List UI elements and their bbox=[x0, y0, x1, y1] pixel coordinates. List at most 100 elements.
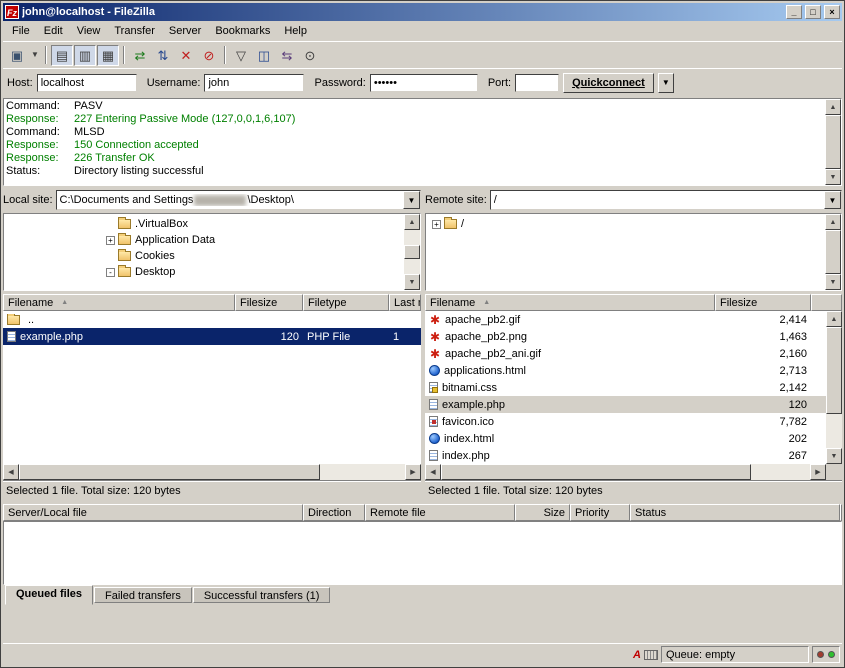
column-size[interactable]: Size bbox=[515, 504, 570, 521]
sync-browse-icon[interactable]: ⇆ bbox=[276, 45, 298, 66]
remote-hscrollbar[interactable]: ◀ ▶ bbox=[425, 464, 842, 480]
file-row[interactable]: apache_pb2.gif 2,414 bbox=[425, 311, 826, 328]
port-input[interactable] bbox=[515, 74, 559, 92]
ico-file-icon bbox=[429, 416, 438, 427]
local-site-combo[interactable]: C:\Documents and Settings \Desktop\ ▼ bbox=[56, 190, 421, 210]
scroll-up-icon[interactable]: ▲ bbox=[826, 311, 842, 327]
scroll-up-icon[interactable]: ▲ bbox=[825, 214, 841, 230]
refresh-icon[interactable]: ⇄ bbox=[129, 45, 151, 66]
column-priority[interactable]: Priority bbox=[570, 504, 630, 521]
expand-plus-icon[interactable]: + bbox=[432, 220, 441, 229]
disconnect-icon[interactable]: ⊘ bbox=[198, 45, 220, 66]
file-row[interactable]: .. bbox=[3, 311, 421, 328]
tree-item[interactable]: - Desktop bbox=[6, 264, 402, 280]
column-last-modified[interactable]: Last modified bbox=[389, 294, 421, 311]
file-row[interactable]: apache_pb2_ani.gif 2,160 bbox=[425, 345, 826, 362]
column-status[interactable]: Status bbox=[630, 504, 840, 521]
scroll-right-icon[interactable]: ▶ bbox=[405, 464, 421, 480]
file-row[interactable]: applications.html 2,713 bbox=[425, 362, 826, 379]
column-direction[interactable]: Direction bbox=[303, 504, 365, 521]
tree-item[interactable]: + Application Data bbox=[6, 232, 402, 248]
local-hscrollbar[interactable]: ◀ ▶ bbox=[3, 464, 421, 480]
column-server-local-file[interactable]: Server/Local file bbox=[3, 504, 303, 521]
combo-dropdown-icon[interactable]: ▼ bbox=[824, 191, 841, 209]
scroll-down-icon[interactable]: ▼ bbox=[825, 274, 841, 290]
log-scrollbar[interactable]: ▲ ▼ bbox=[825, 99, 841, 185]
column-filesize[interactable]: Filesize bbox=[235, 294, 303, 311]
remote-status: Selected 1 file. Total size: 120 bytes bbox=[425, 480, 842, 500]
tab-failed-transfers[interactable]: Failed transfers bbox=[94, 587, 192, 603]
file-row-selected[interactable]: example.php 120 PHP File 1 bbox=[3, 328, 421, 345]
site-manager-icon[interactable]: ▣ bbox=[6, 45, 28, 66]
toggle-tree-view-icon[interactable]: ▥ bbox=[74, 45, 96, 66]
host-input[interactable] bbox=[37, 74, 137, 92]
menu-edit[interactable]: Edit bbox=[37, 23, 70, 39]
tree-item[interactable]: Cookies bbox=[6, 248, 402, 264]
sort-asc-icon: ▲ bbox=[61, 299, 68, 306]
toggle-message-log-icon[interactable]: ▤ bbox=[51, 45, 73, 66]
log-line: Status: Directory listing successful bbox=[6, 165, 823, 178]
tab-successful-transfers[interactable]: Successful transfers (1) bbox=[193, 587, 331, 603]
toolbar: ▣ ▼ ▤ ▥ ▦ ⇄ ⇅ ✕ ⊘ ▽ ◫ ⇆ ⊙ bbox=[3, 41, 842, 68]
file-row-selected-inactive[interactable]: example.php 120 bbox=[425, 396, 826, 413]
compare-icon[interactable]: ◫ bbox=[253, 45, 275, 66]
local-tree-scrollbar[interactable]: ▲ ▼ bbox=[404, 214, 420, 290]
status-bar: A Queue: empty bbox=[3, 643, 842, 665]
menu-server[interactable]: Server bbox=[162, 23, 208, 39]
expand-minus-icon[interactable]: - bbox=[106, 268, 115, 277]
minimize-button[interactable]: _ bbox=[786, 5, 802, 19]
close-button[interactable]: × bbox=[824, 5, 840, 19]
file-row[interactable]: index.html 202 bbox=[425, 430, 826, 447]
column-remote-file[interactable]: Remote file bbox=[365, 504, 515, 521]
username-input[interactable] bbox=[204, 74, 304, 92]
filter-icon[interactable]: ▽ bbox=[230, 45, 252, 66]
menu-help[interactable]: Help bbox=[277, 23, 314, 39]
open-folder-icon bbox=[444, 219, 457, 229]
scroll-right-icon[interactable]: ▶ bbox=[810, 464, 826, 480]
column-filesize[interactable]: Filesize bbox=[715, 294, 811, 311]
html-file-icon bbox=[429, 433, 440, 444]
filezilla-logo-icon: Fz bbox=[5, 5, 19, 19]
menu-transfer[interactable]: Transfer bbox=[107, 23, 162, 39]
expand-plus-icon[interactable]: + bbox=[106, 236, 115, 245]
tree-item[interactable]: .VirtualBox bbox=[6, 216, 402, 232]
file-row[interactable]: bitnami.css 2,142 bbox=[425, 379, 826, 396]
remote-file-list: apache_pb2.gif 2,414 apache_pb2.png 1,46… bbox=[425, 311, 842, 464]
menu-bookmarks[interactable]: Bookmarks bbox=[208, 23, 277, 39]
scroll-down-icon[interactable]: ▼ bbox=[825, 169, 841, 185]
file-row[interactable]: index.php 267 bbox=[425, 447, 826, 464]
remote-list-scrollbar[interactable]: ▲ ▼ bbox=[826, 311, 842, 464]
scroll-left-icon[interactable]: ◀ bbox=[425, 464, 441, 480]
menu-file[interactable]: File bbox=[5, 23, 37, 39]
local-tree: .VirtualBox + Application Data Cookies -… bbox=[3, 213, 421, 291]
remote-site-combo[interactable]: / ▼ bbox=[490, 190, 842, 210]
column-filename[interactable]: Filename ▲ bbox=[3, 294, 235, 311]
scroll-down-icon[interactable]: ▼ bbox=[404, 274, 420, 290]
tab-queued-files[interactable]: Queued files bbox=[5, 585, 93, 605]
log-line: Response: 150 Connection accepted bbox=[6, 139, 823, 152]
process-queue-icon[interactable]: ⇅ bbox=[152, 45, 174, 66]
cancel-icon[interactable]: ✕ bbox=[175, 45, 197, 66]
combo-dropdown-icon[interactable]: ▼ bbox=[403, 191, 420, 209]
find-icon[interactable]: ⊙ bbox=[299, 45, 321, 66]
site-manager-dropdown-icon[interactable]: ▼ bbox=[29, 45, 41, 66]
log-line: Response: 226 Transfer OK bbox=[6, 152, 823, 165]
remote-tree-scrollbar[interactable]: ▲ ▼ bbox=[825, 214, 841, 290]
tree-item[interactable]: + / bbox=[428, 216, 823, 232]
column-filename[interactable]: Filename ▲ bbox=[425, 294, 715, 311]
password-input[interactable] bbox=[370, 74, 478, 92]
toggle-queue-view-icon[interactable]: ▦ bbox=[97, 45, 119, 66]
scroll-up-icon[interactable]: ▲ bbox=[825, 99, 841, 115]
file-row[interactable]: apache_pb2.png 1,463 bbox=[425, 328, 826, 345]
menu-view[interactable]: View bbox=[70, 23, 108, 39]
column-filetype[interactable]: Filetype bbox=[303, 294, 389, 311]
quickconnect-button[interactable]: Quickconnect bbox=[563, 73, 654, 93]
toolbar-separator bbox=[224, 46, 226, 64]
local-site-row: Local site: C:\Documents and Settings \D… bbox=[3, 189, 421, 211]
scroll-up-icon[interactable]: ▲ bbox=[404, 214, 420, 230]
quickconnect-dropdown-icon[interactable]: ▼ bbox=[658, 73, 674, 93]
maximize-button[interactable]: □ bbox=[805, 5, 821, 19]
file-row[interactable]: favicon.ico 7,782 bbox=[425, 413, 826, 430]
scroll-left-icon[interactable]: ◀ bbox=[3, 464, 19, 480]
scroll-down-icon[interactable]: ▼ bbox=[826, 448, 842, 464]
